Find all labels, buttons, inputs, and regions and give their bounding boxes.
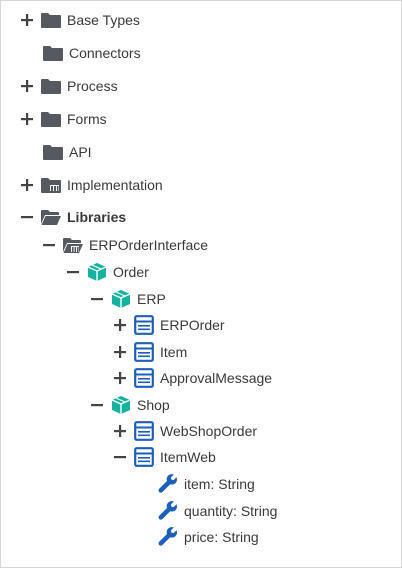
implementation-folder-icon [41,175,61,195]
tree-node-label[interactable]: quantity: String [184,503,277,519]
collapse-icon[interactable] [112,449,128,465]
tree-node-item[interactable]: Item [1,340,401,364]
tree-node-label[interactable]: Connectors [69,45,141,61]
open-folder-icon [41,207,61,227]
data-type-icon [134,447,154,467]
tree-node-label[interactable]: ERPOrder [160,317,225,333]
tree-node-label[interactable]: price: String [184,529,259,545]
tree-node-label[interactable]: Order [113,264,149,280]
tree-node-label[interactable]: ApprovalMessage [160,370,272,386]
data-type-icon [134,368,154,388]
collapse-icon[interactable] [89,291,105,307]
collapse-icon[interactable] [89,397,105,413]
tree-node-connectors[interactable]: Connectors [1,41,401,65]
collapse-icon[interactable] [65,264,81,280]
expand-icon[interactable] [19,177,35,193]
tree-node-process[interactable]: Process [1,74,401,98]
collapse-icon[interactable] [19,209,35,225]
folder-icon [41,76,61,96]
tree-node-field-price[interactable]: price: String [1,525,401,549]
package-icon [87,262,107,282]
tree-node-implementation[interactable]: Implementation [1,173,401,197]
collapse-icon[interactable] [41,237,57,253]
project-tree-panel: Base Types Connectors Process Forms API [0,0,402,568]
tree-node-label[interactable]: Process [67,78,118,94]
package-icon [111,395,131,415]
tree-node-web-shop-order[interactable]: WebShopOrder [1,419,401,443]
tree-node-base-types[interactable]: Base Types [1,8,401,32]
tree-node-erp-order-interface[interactable]: ERPOrderInterface [1,233,401,257]
data-type-icon [134,315,154,335]
expand-icon[interactable] [19,78,35,94]
library-folder-icon [63,235,83,255]
package-icon [111,289,131,309]
tree-node-field-item[interactable]: item: String [1,472,401,496]
tree-node-order[interactable]: Order [1,260,401,284]
wrench-icon [158,474,178,494]
wrench-icon [158,501,178,521]
tree-node-label[interactable]: Base Types [67,12,140,28]
tree-node-label[interactable]: Libraries [67,209,126,225]
folder-icon [41,109,61,129]
tree-node-label[interactable]: WebShopOrder [160,423,257,439]
tree-node-label[interactable]: API [69,144,92,160]
tree-node-label[interactable]: item: String [184,476,255,492]
tree-node-label[interactable]: ItemWeb [160,449,216,465]
expand-icon[interactable] [112,370,128,386]
tree-node-forms[interactable]: Forms [1,107,401,131]
tree-node-erp[interactable]: ERP [1,287,401,311]
tree-node-libraries[interactable]: Libraries [1,205,401,229]
folder-icon [43,43,63,63]
tree-node-label[interactable]: ERP [137,291,166,307]
data-type-icon [134,342,154,362]
wrench-icon [158,527,178,547]
tree-node-item-web[interactable]: ItemWeb [1,445,401,469]
tree-node-label[interactable]: Shop [137,397,170,413]
expand-icon[interactable] [19,111,35,127]
expand-icon[interactable] [112,317,128,333]
folder-icon [43,142,63,162]
tree-node-label[interactable]: Implementation [67,177,163,193]
expand-icon[interactable] [19,12,35,28]
tree-node-label[interactable]: ERPOrderInterface [89,237,208,253]
folder-icon [41,10,61,30]
tree-node-label[interactable]: Forms [67,111,107,127]
tree-node-label[interactable]: Item [160,344,187,360]
expand-icon[interactable] [112,423,128,439]
data-type-icon [134,421,154,441]
tree-node-api[interactable]: API [1,140,401,164]
expand-icon[interactable] [112,344,128,360]
tree-node-shop[interactable]: Shop [1,393,401,417]
tree-node-field-quantity[interactable]: quantity: String [1,499,401,523]
tree-node-erp-order[interactable]: ERPOrder [1,313,401,337]
tree-node-approval-message[interactable]: ApprovalMessage [1,366,401,390]
